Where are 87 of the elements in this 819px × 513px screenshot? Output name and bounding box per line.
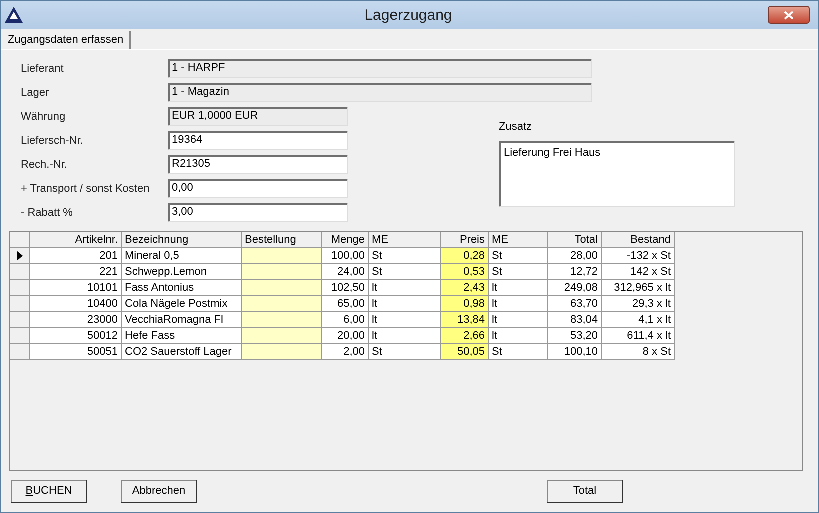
table-cell: St (369, 264, 441, 280)
row-pointer-icon (16, 250, 22, 260)
table-cell: 50012 (30, 328, 122, 344)
table-cell: 4,1 x lt (602, 312, 675, 328)
table-cell: 28,00 (548, 248, 602, 264)
table-cell: 142 x St (602, 264, 675, 280)
table-cell: 83,04 (548, 312, 602, 328)
action-button[interactable]: Abbrechen (121, 480, 197, 502)
column-header[interactable]: ME (489, 232, 548, 248)
table-cell: 20,00 (322, 328, 369, 344)
action-button[interactable]: BUCHEN (11, 480, 87, 502)
table-cell: 10400 (30, 296, 122, 312)
table-cell: Hefe Fass (122, 328, 242, 344)
close-icon (784, 10, 794, 20)
table-cell: 10101 (30, 280, 122, 296)
table-cell: 8 x St (602, 344, 675, 360)
table-cell: lt (369, 296, 441, 312)
table-cell: 221 (30, 264, 122, 280)
table-cell: lt (489, 280, 548, 296)
column-header[interactable]: Bestellung (242, 232, 322, 248)
table-cell: St (369, 248, 441, 264)
input-field[interactable]: 19364 (168, 131, 348, 150)
table-cell: VecchiaRomagna Fl (122, 312, 242, 328)
table-cell: 6,00 (322, 312, 369, 328)
table-cell: 24,00 (322, 264, 369, 280)
table-cell: 2,00 (322, 344, 369, 360)
table-cell: 50,05 (441, 344, 489, 360)
field-label: Zusatz (499, 121, 534, 133)
table-cell: 50051 (30, 344, 122, 360)
table-cell: 312,965 x lt (602, 280, 675, 296)
table-cell: 12,72 (548, 264, 602, 280)
table-cell: 0,53 (441, 264, 489, 280)
table-cell: 611,4 x lt (602, 328, 675, 344)
action-button[interactable]: Total (547, 480, 623, 502)
table-cell: lt (369, 328, 441, 344)
table-cell: 0,28 (441, 248, 489, 264)
app-logo-icon (5, 7, 23, 23)
memo-field[interactable]: Lieferung Frei Haus (499, 141, 735, 207)
field-label: + Transport / sonst Kosten (21, 182, 151, 194)
table-cell: 0,98 (441, 296, 489, 312)
table-cell: Fass Antonius (122, 280, 242, 296)
table-cell: 29,3 x lt (602, 296, 675, 312)
table-cell: 2,66 (441, 328, 489, 344)
table-cell: St (369, 344, 441, 360)
close-button[interactable] (768, 6, 810, 24)
table-cell: 100,10 (548, 344, 602, 360)
table-cell: lt (369, 312, 441, 328)
column-header[interactable]: Bezeichnung (122, 232, 242, 248)
table-cell: 249,08 (548, 280, 602, 296)
column-header[interactable]: Total (548, 232, 602, 248)
column-header[interactable]: Preis (441, 232, 489, 248)
table-cell: 201 (30, 248, 122, 264)
table-cell: Cola Nägele Postmix (122, 296, 242, 312)
table-cell: lt (489, 312, 548, 328)
table-cell: -132 x St (602, 248, 675, 264)
field-label: Lieferant (21, 62, 65, 74)
table-cell: 13,84 (441, 312, 489, 328)
column-header[interactable]: Menge (322, 232, 369, 248)
table-cell: St (489, 344, 548, 360)
input-field[interactable]: R21305 (168, 155, 348, 174)
table-cell: 2,43 (441, 280, 489, 296)
table-cell: Schwepp.Lemon (122, 264, 242, 280)
input-field[interactable]: 0,00 (168, 179, 348, 198)
table-cell: lt (369, 280, 441, 296)
field-label: Lager (21, 86, 50, 98)
column-header[interactable]: ME (369, 232, 441, 248)
table-cell: St (489, 248, 548, 264)
field-label: Liefersch-Nr. (21, 134, 84, 146)
table-cell: 65,00 (322, 296, 369, 312)
input-field[interactable]: 3,00 (168, 203, 348, 222)
table-cell: Mineral 0,5 (122, 248, 242, 264)
table-cell: lt (489, 328, 548, 344)
table-cell: 53,20 (548, 328, 602, 344)
column-header[interactable]: Artikelnr. (30, 232, 122, 248)
table-cell: 23000 (30, 312, 122, 328)
column-header[interactable]: Bestand (602, 232, 675, 248)
table-cell: 63,70 (548, 296, 602, 312)
field-label: Rech.-Nr. (21, 158, 68, 170)
table-cell: St (489, 264, 548, 280)
window-title: Lagerzugang (364, 6, 454, 24)
row-selector[interactable] (10, 248, 30, 264)
table-cell: CO2 Sauerstoff Lager (122, 344, 242, 360)
table-cell: 100,00 (322, 248, 369, 264)
table-cell: lt (489, 296, 548, 312)
field-label: Währung (21, 110, 67, 122)
table-cell: 102,50 (322, 280, 369, 296)
field-label: - Rabatt % (21, 206, 74, 218)
